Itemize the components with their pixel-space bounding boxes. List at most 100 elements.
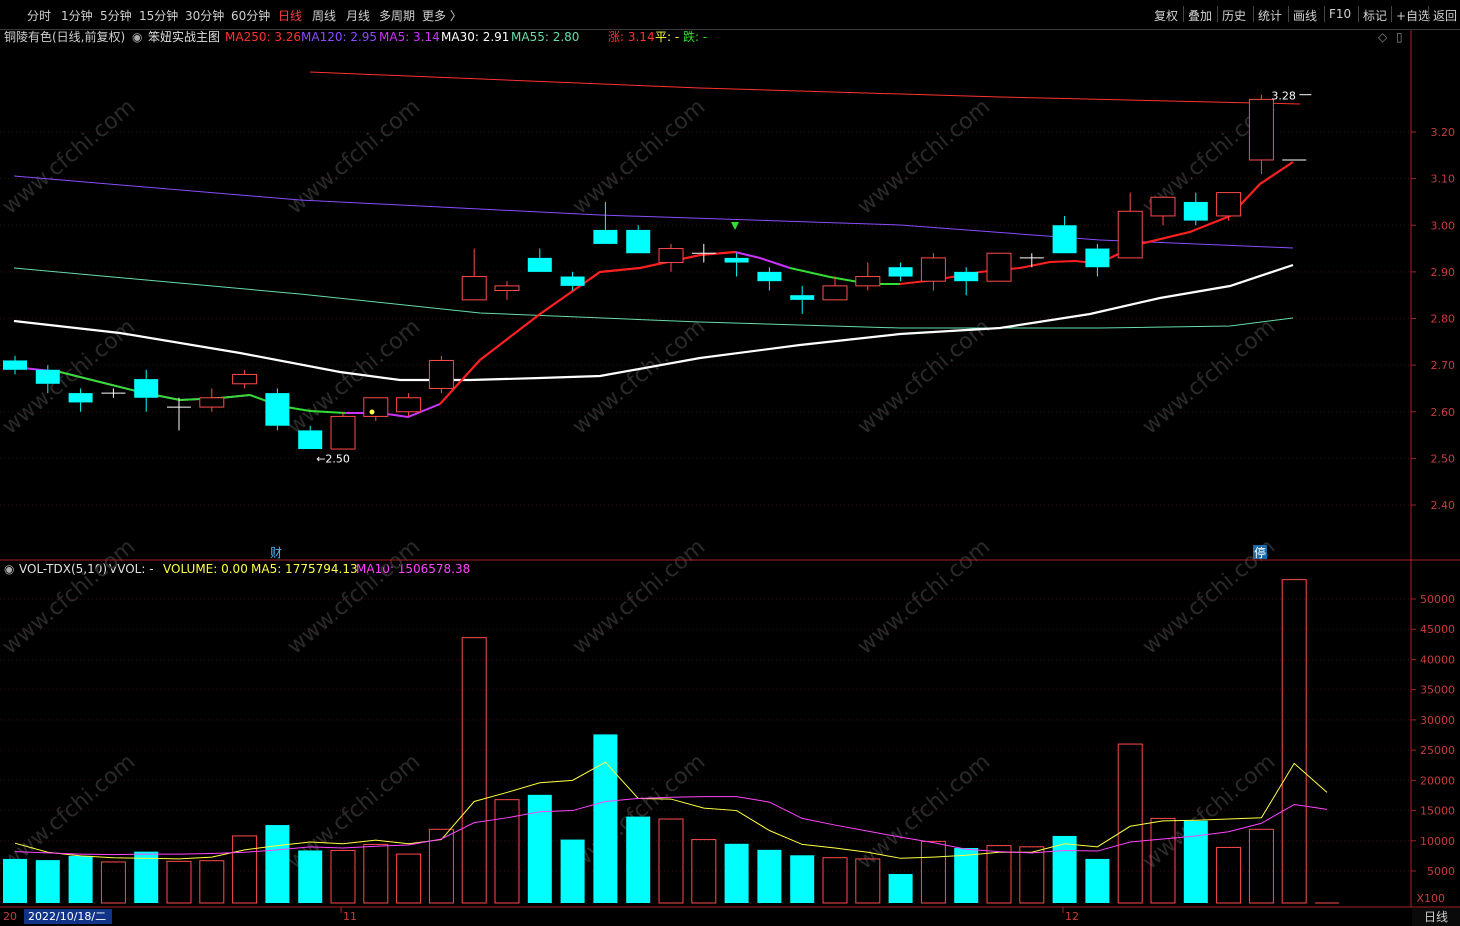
- volume-bar-up[interactable]: [1281, 579, 1307, 904]
- candle-up[interactable]: [658, 248, 684, 264]
- low-price-label: ←2.50: [316, 452, 350, 465]
- volume-bar-down[interactable]: [954, 848, 979, 903]
- candle-up[interactable]: [1117, 210, 1143, 259]
- candle-down[interactable]: [298, 430, 323, 450]
- volume-bar-down[interactable]: [265, 825, 290, 903]
- signal-dot-icon: [369, 409, 375, 415]
- watermark-text: www.cfchi.com: [853, 94, 995, 219]
- ma250-line: [309, 71, 1301, 105]
- candle-down[interactable]: [757, 271, 782, 282]
- volume-bar-down[interactable]: [593, 734, 618, 903]
- candle-down[interactable]: [560, 276, 585, 286]
- volume-bar-up[interactable]: [461, 637, 487, 904]
- period-button-label: 日线: [1424, 910, 1448, 924]
- volume-bar-up[interactable]: [986, 845, 1012, 904]
- volume-axis-tick: 45000: [1420, 623, 1455, 636]
- volume-bar-up[interactable]: [920, 840, 946, 904]
- candle-up[interactable]: [920, 257, 946, 282]
- volume-bar-down[interactable]: [134, 851, 159, 903]
- candle-down[interactable]: [35, 369, 60, 384]
- candle-up[interactable]: [1216, 192, 1242, 217]
- volume-bar-up[interactable]: [1019, 846, 1045, 904]
- volume-bar-down[interactable]: [1183, 820, 1208, 903]
- candle-down[interactable]: [1183, 201, 1208, 221]
- volume-axis-tick: 40000: [1420, 653, 1455, 666]
- candle-down[interactable]: [724, 257, 749, 263]
- candle-up[interactable]: [855, 276, 881, 287]
- volume-ma10-line: [14, 796, 1328, 856]
- watermark-text: www.cfchi.com: [1138, 314, 1280, 439]
- volume-bar-up[interactable]: [232, 835, 258, 904]
- candle-down[interactable]: [1085, 248, 1110, 268]
- volume-bar-up[interactable]: [494, 799, 520, 904]
- watermark-text: www.cfchi.com: [0, 749, 140, 874]
- price-axis-tick: 3.20: [1431, 126, 1456, 139]
- ma55-line: [13, 267, 1294, 329]
- candle-up[interactable]: [396, 397, 422, 413]
- volume-bar-down[interactable]: [724, 843, 749, 903]
- candle-down[interactable]: [790, 295, 815, 300]
- price-axis-tick: 2.40: [1431, 499, 1456, 512]
- volume-bar-down[interactable]: [68, 855, 93, 903]
- volume-axis-tick: 20000: [1420, 774, 1455, 787]
- candle-down[interactable]: [265, 393, 290, 426]
- volume-bar-up[interactable]: [330, 849, 356, 904]
- candle-down[interactable]: [626, 229, 651, 254]
- watermark-text: www.cfchi.com: [568, 534, 710, 659]
- volume-bar-down[interactable]: [1085, 858, 1110, 903]
- volume-bar-down[interactable]: [888, 874, 913, 903]
- candle-up[interactable]: [822, 285, 848, 301]
- volume-bar-up[interactable]: [363, 843, 389, 904]
- candle-up[interactable]: [494, 285, 520, 292]
- volume-bar-down[interactable]: [626, 816, 651, 903]
- volume-axis-tick: 35000: [1420, 684, 1455, 697]
- month-label-12: 12: [1065, 910, 1079, 923]
- candle-up[interactable]: [199, 397, 225, 408]
- volume-bar-down[interactable]: [757, 849, 782, 903]
- candle-down[interactable]: [1052, 225, 1077, 254]
- candle-up[interactable]: [1248, 98, 1274, 161]
- event-marker-cai: 财: [270, 546, 282, 560]
- buy-signal-arrow-icon: [731, 222, 739, 230]
- volume-bar-up[interactable]: [100, 861, 126, 904]
- candle-down[interactable]: [527, 257, 552, 272]
- volume-axis-tick: 15000: [1420, 805, 1455, 818]
- candle-up[interactable]: [363, 397, 389, 417]
- volume-unit-label: X100: [1416, 892, 1445, 905]
- volume-bar-up[interactable]: [199, 860, 225, 904]
- watermark-text: www.cfchi.com: [0, 534, 140, 659]
- candle-down[interactable]: [3, 360, 27, 370]
- volume-axis-tick: 5000: [1427, 865, 1455, 878]
- high-price-label: 3.28: [1271, 90, 1296, 103]
- volume-axis-tick: 50000: [1420, 593, 1455, 606]
- volume-bar-up[interactable]: [396, 853, 422, 904]
- volume-bar-down[interactable]: [560, 839, 585, 903]
- volume-bar-down[interactable]: [3, 858, 27, 903]
- volume-bar-down[interactable]: [298, 850, 323, 903]
- volume-bar-up[interactable]: [166, 860, 192, 904]
- watermark-text: www.cfchi.com: [0, 94, 140, 219]
- candle-up[interactable]: [232, 373, 258, 385]
- candle-up[interactable]: [428, 359, 454, 389]
- watermark-text: www.cfchi.com: [283, 94, 425, 219]
- volume-bar-down[interactable]: [790, 855, 815, 903]
- watermark-text: www.cfchi.com: [1138, 749, 1280, 874]
- volume-bar-up[interactable]: [822, 857, 848, 904]
- month-label-11: 11: [343, 910, 357, 923]
- ma5-line-flat: [345, 403, 441, 419]
- candle-up[interactable]: [986, 252, 1012, 282]
- candle-up[interactable]: [461, 276, 487, 301]
- stock-chart[interactable]: www.cfchi.com www.cfchi.com www.cfchi.com w…: [0, 0, 1460, 926]
- volume-bar-down[interactable]: [35, 860, 60, 903]
- candle-down[interactable]: [134, 379, 159, 398]
- price-axis-tick: 2.70: [1431, 359, 1456, 372]
- candle-up[interactable]: [330, 415, 356, 450]
- volume-bar-up[interactable]: [1117, 743, 1143, 904]
- candle-down[interactable]: [593, 229, 618, 244]
- candle-down[interactable]: [68, 393, 93, 403]
- candle-up[interactable]: [1150, 196, 1176, 217]
- volume-bar-up[interactable]: [658, 818, 684, 904]
- volume-bar-up[interactable]: [1216, 846, 1242, 904]
- candle-down[interactable]: [888, 267, 913, 277]
- candle-down[interactable]: [954, 271, 979, 282]
